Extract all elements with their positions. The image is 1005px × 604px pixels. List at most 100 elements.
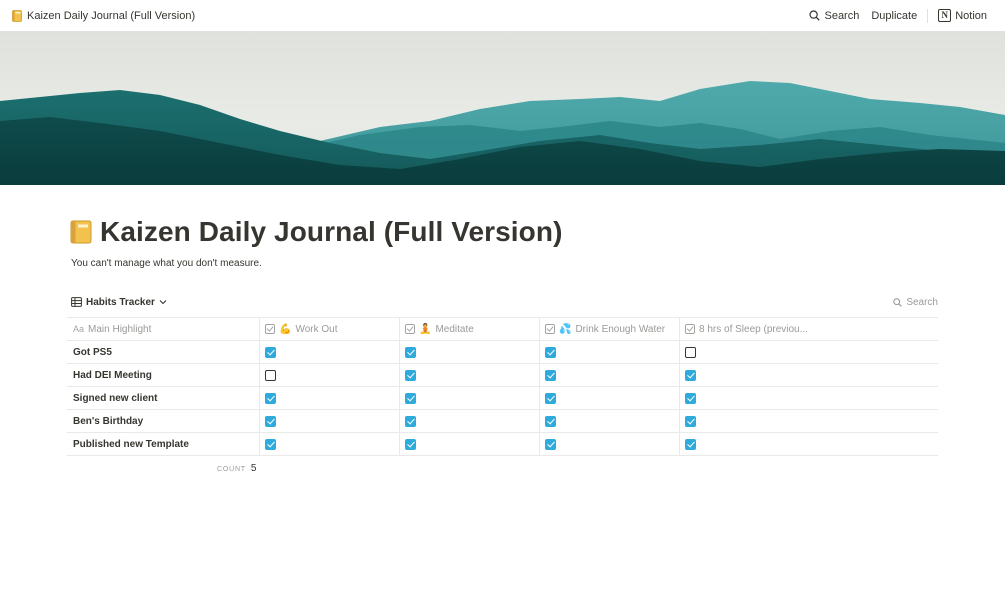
notebook-icon: [12, 9, 22, 22]
chevron-down-icon: [159, 300, 167, 305]
search-icon: [893, 297, 903, 307]
search-label: Search: [824, 9, 860, 22]
checkbox-cell: [400, 433, 540, 455]
page-subtitle: You can't manage what you don't measure.: [71, 258, 262, 269]
checkbox-checked[interactable]: [685, 415, 696, 427]
column-header-work-out[interactable]: 💪 Work Out: [260, 318, 400, 340]
checkbox-cell: [540, 433, 680, 455]
checkbox-cell: [680, 364, 938, 386]
checkbox-cell: [260, 433, 400, 455]
checkbox-cell: [540, 410, 680, 432]
database-view-label: Habits Tracker: [86, 296, 155, 308]
page-title-row: Kaizen Daily Journal (Full Version): [70, 216, 563, 248]
column-header-sleep[interactable]: 8 hrs of Sleep (previou...: [680, 318, 938, 340]
checkbox-checked[interactable]: [545, 392, 556, 404]
breadcrumb[interactable]: Kaizen Daily Journal (Full Version): [12, 10, 195, 22]
checkbox-checked[interactable]: [545, 369, 556, 381]
checkbox-property-icon: [545, 324, 555, 334]
notion-button[interactable]: N Notion: [932, 5, 993, 27]
column-header-label: Work Out: [295, 323, 338, 335]
checkbox-unchecked[interactable]: [265, 369, 276, 381]
table-row[interactable]: Signed new client: [67, 387, 938, 410]
search-icon: [809, 10, 821, 21]
checkbox-checked[interactable]: [685, 369, 696, 381]
database-search[interactable]: Search: [893, 297, 938, 308]
column-header-main-highlight[interactable]: Aa Main Highlight: [67, 318, 260, 340]
table-row[interactable]: Had DEI Meeting: [67, 364, 938, 387]
habits-table: Aa Main Highlight 💪 Work Out 🧘 Meditate …: [67, 317, 938, 456]
main-highlight-cell[interactable]: Had DEI Meeting: [67, 364, 260, 386]
checkbox-checked[interactable]: [545, 438, 556, 450]
checkbox-checked[interactable]: [265, 438, 276, 450]
duplicate-label: Duplicate: [871, 9, 918, 22]
notion-logo-icon: N: [938, 9, 952, 22]
notebook-icon: [70, 220, 92, 244]
checkbox-checked[interactable]: [405, 438, 416, 450]
checkbox-cell: [400, 387, 540, 409]
checkbox-checked[interactable]: [545, 415, 556, 427]
database-search-label: Search: [906, 296, 938, 308]
checkbox-cell: [540, 387, 680, 409]
checkbox-property-icon: [405, 324, 415, 334]
table-row[interactable]: Published new Template: [67, 433, 938, 456]
column-header-label: Main Highlight: [88, 323, 152, 335]
checkbox-cell: [680, 433, 938, 455]
table-header-row: Aa Main Highlight 💪 Work Out 🧘 Meditate …: [67, 318, 938, 341]
count-summary[interactable]: COUNT 5: [217, 463, 256, 474]
breadcrumb-label: Kaizen Daily Journal (Full Version): [27, 9, 196, 22]
column-header-label: 8 hrs of Sleep (previou...: [699, 323, 808, 335]
search-button[interactable]: Search: [803, 5, 865, 27]
main-highlight-cell[interactable]: Published new Template: [67, 433, 260, 455]
cover-image: [0, 31, 1005, 185]
table-row[interactable]: Got PS5: [67, 341, 938, 364]
checkbox-cell: [260, 410, 400, 432]
main-highlight-cell[interactable]: Got PS5: [67, 341, 260, 363]
column-header-label: Meditate: [435, 323, 474, 335]
database-header: Habits Tracker Search: [71, 294, 938, 310]
table-row[interactable]: Ben's Birthday: [67, 410, 938, 433]
checkbox-checked[interactable]: [405, 346, 416, 358]
checkbox-cell: [400, 410, 540, 432]
text-property-icon: Aa: [73, 324, 85, 334]
checkbox-cell: [540, 341, 680, 363]
water-droplets-icon: 💦: [559, 323, 572, 335]
column-header-meditate[interactable]: 🧘 Meditate: [400, 318, 540, 340]
checkbox-checked[interactable]: [405, 392, 416, 404]
main-highlight-cell[interactable]: Signed new client: [67, 387, 260, 409]
notion-label: Notion: [955, 9, 987, 22]
checkbox-checked[interactable]: [265, 415, 276, 427]
top-bar: Kaizen Daily Journal (Full Version) Sear…: [0, 0, 1005, 31]
count-label: COUNT: [217, 466, 246, 473]
checkbox-cell: [400, 364, 540, 386]
checkbox-property-icon: [685, 324, 695, 334]
checkbox-cell: [260, 341, 400, 363]
count-value: 5: [250, 463, 257, 474]
checkbox-unchecked[interactable]: [685, 346, 696, 358]
checkbox-cell: [680, 387, 938, 409]
main-highlight-cell[interactable]: Ben's Birthday: [67, 410, 260, 432]
meditation-icon: 🧘: [419, 323, 432, 335]
checkbox-checked[interactable]: [685, 392, 696, 404]
checkbox-checked[interactable]: [265, 392, 276, 404]
checkbox-property-icon: [265, 324, 275, 334]
table-body: Got PS5 Had DEI Meeting Signed new client B…: [67, 341, 938, 456]
checkbox-checked[interactable]: [405, 369, 416, 381]
database-view-selector[interactable]: Habits Tracker: [71, 297, 167, 308]
checkbox-checked[interactable]: [265, 346, 276, 358]
checkbox-cell: [260, 364, 400, 386]
divider: [927, 8, 929, 23]
column-header-label: Drink Enough Water: [575, 323, 666, 335]
page-title: Kaizen Daily Journal (Full Version): [100, 216, 563, 247]
checkbox-checked[interactable]: [545, 346, 556, 358]
checkbox-checked[interactable]: [405, 415, 416, 427]
checkbox-cell: [680, 341, 938, 363]
table-icon: [71, 297, 82, 307]
checkbox-cell: [680, 410, 938, 432]
column-header-drink-water[interactable]: 💦 Drink Enough Water: [540, 318, 680, 340]
checkbox-checked[interactable]: [685, 438, 696, 450]
duplicate-button[interactable]: Duplicate: [865, 5, 923, 27]
checkbox-cell: [400, 341, 540, 363]
flexed-biceps-icon: 💪: [279, 323, 292, 335]
checkbox-cell: [540, 364, 680, 386]
checkbox-cell: [260, 387, 400, 409]
